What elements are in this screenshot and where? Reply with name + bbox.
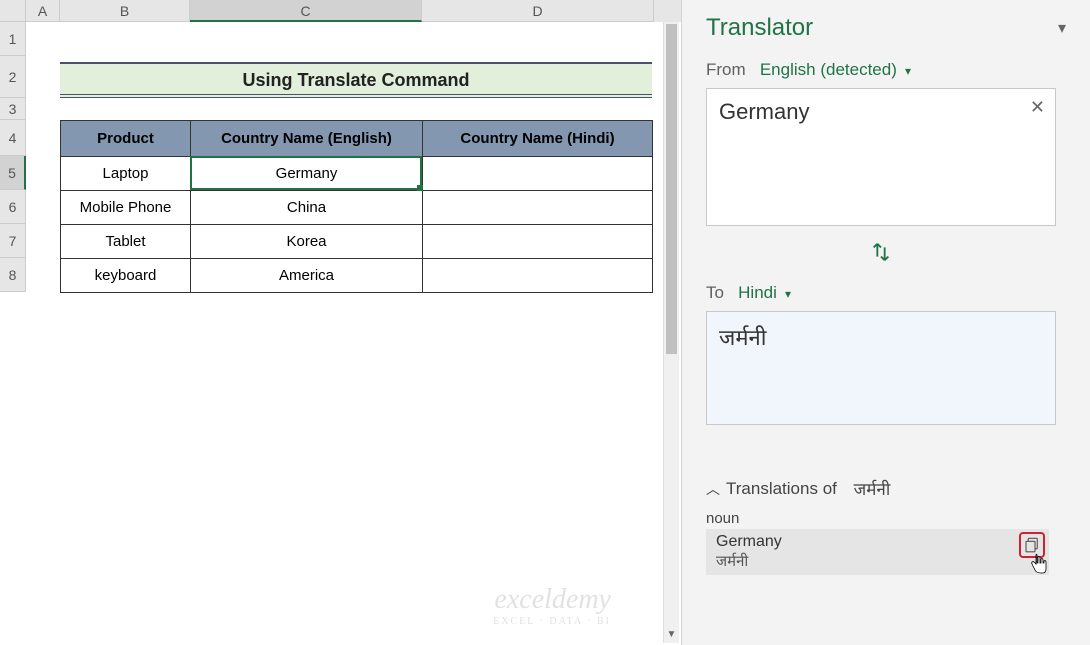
pane-menu-button[interactable]: ▾ — [1058, 18, 1066, 38]
pane-title-row: Translator ▾ — [706, 14, 1066, 42]
table-header-row: Product Country Name (English) Country N… — [61, 121, 653, 157]
cell-english[interactable]: Korea — [191, 225, 423, 259]
vertical-scrollbar[interactable]: ▲ ▼ — [663, 22, 679, 643]
scrollbar-thumb[interactable] — [666, 24, 677, 354]
translations-of-word: जर्मनी — [854, 477, 891, 500]
row-header-3[interactable]: 3 — [0, 98, 26, 120]
translated-text: जर्मनी — [719, 325, 766, 350]
table-row: keyboard America — [61, 259, 653, 293]
to-language[interactable]: Hindi — [738, 283, 777, 302]
from-label: From — [706, 60, 746, 79]
header-english[interactable]: Country Name (English) — [191, 121, 423, 157]
cell-product[interactable]: keyboard — [61, 259, 191, 293]
swap-icon — [870, 240, 892, 264]
row-header-7[interactable]: 7 — [0, 224, 26, 258]
table-row: Mobile Phone China — [61, 191, 653, 225]
clear-source-button[interactable]: ✕ — [1030, 97, 1045, 118]
table-row: Tablet Korea — [61, 225, 653, 259]
row-header-5[interactable]: 5 — [0, 156, 26, 190]
translation-suggestion[interactable]: Germany जर्मनी — [706, 529, 1049, 575]
row-header-2[interactable]: 2 — [0, 56, 26, 98]
chevron-up-icon: ︿ — [706, 479, 720, 499]
cell-product[interactable]: Tablet — [61, 225, 191, 259]
copy-icon — [1023, 536, 1041, 554]
translations-section: ︿ Translations of जर्मनी noun Germany जर… — [706, 477, 1056, 575]
chevron-down-icon[interactable]: ▾ — [902, 64, 911, 78]
row-header-1[interactable]: 1 — [0, 22, 26, 56]
from-language[interactable]: English (detected) — [760, 60, 897, 79]
row-headers: 1 2 3 4 5 6 7 8 — [0, 22, 26, 292]
cell-english[interactable]: America — [191, 259, 423, 293]
to-language-row[interactable]: To Hindi ▾ — [706, 283, 1066, 303]
to-label: To — [706, 283, 724, 302]
chevron-down-icon[interactable]: ▾ — [782, 287, 791, 301]
swap-languages-button[interactable] — [870, 240, 892, 269]
source-text: Germany — [719, 99, 809, 124]
cell-product[interactable]: Laptop — [61, 157, 191, 191]
part-of-speech-label: noun — [706, 510, 1056, 527]
translated-text-box[interactable]: जर्मनी — [706, 311, 1056, 425]
source-text-box[interactable]: Germany ✕ — [706, 88, 1056, 226]
col-header-c[interactable]: C — [190, 0, 422, 22]
watermark-sub: EXCEL · DATA · BI — [493, 616, 611, 627]
from-language-row[interactable]: From English (detected) ▾ — [706, 60, 1066, 80]
cursor-pointer-icon — [1029, 553, 1049, 580]
spreadsheet: A B C D 1 2 3 4 5 6 7 8 Using Translate … — [0, 0, 682, 645]
scroll-down-arrow[interactable]: ▼ — [664, 627, 679, 643]
table-row: Laptop Germany — [61, 157, 653, 191]
col-header-d[interactable]: D — [422, 0, 654, 22]
app-root: A B C D 1 2 3 4 5 6 7 8 Using Translate … — [0, 0, 1090, 645]
cell-english[interactable]: China — [191, 191, 423, 225]
watermark-main: exceldemy — [493, 584, 611, 616]
translations-label: Translations of — [726, 479, 837, 499]
select-all-corner[interactable] — [0, 0, 26, 22]
translations-header[interactable]: ︿ Translations of जर्मनी — [706, 477, 1056, 500]
cell-english[interactable]: Germany — [191, 157, 423, 191]
suggestion-subword: जर्मनी — [716, 551, 1039, 571]
cell-product[interactable]: Mobile Phone — [61, 191, 191, 225]
row-header-8[interactable]: 8 — [0, 258, 26, 292]
col-header-a[interactable]: A — [26, 0, 60, 22]
row-header-6[interactable]: 6 — [0, 190, 26, 224]
cell-hindi[interactable] — [423, 259, 653, 293]
cell-hindi[interactable] — [423, 225, 653, 259]
col-header-b[interactable]: B — [60, 0, 190, 22]
row-header-4[interactable]: 4 — [0, 120, 26, 156]
data-table: Product Country Name (English) Country N… — [60, 120, 653, 293]
header-product[interactable]: Product — [61, 121, 191, 157]
grid-body[interactable]: Using Translate Command Product Country … — [26, 22, 681, 645]
swap-row — [706, 240, 1056, 269]
cell-hindi[interactable] — [423, 157, 653, 191]
watermark: exceldemy EXCEL · DATA · BI — [493, 584, 611, 627]
translator-pane: Translator ▾ From English (detected) ▾ G… — [682, 0, 1090, 645]
title-banner: Using Translate Command — [60, 62, 652, 98]
header-hindi[interactable]: Country Name (Hindi) — [423, 121, 653, 157]
pane-title: Translator — [706, 14, 813, 42]
cell-hindi[interactable] — [423, 191, 653, 225]
suggestion-word: Germany — [716, 533, 1039, 551]
column-headers: A B C D — [0, 0, 681, 22]
